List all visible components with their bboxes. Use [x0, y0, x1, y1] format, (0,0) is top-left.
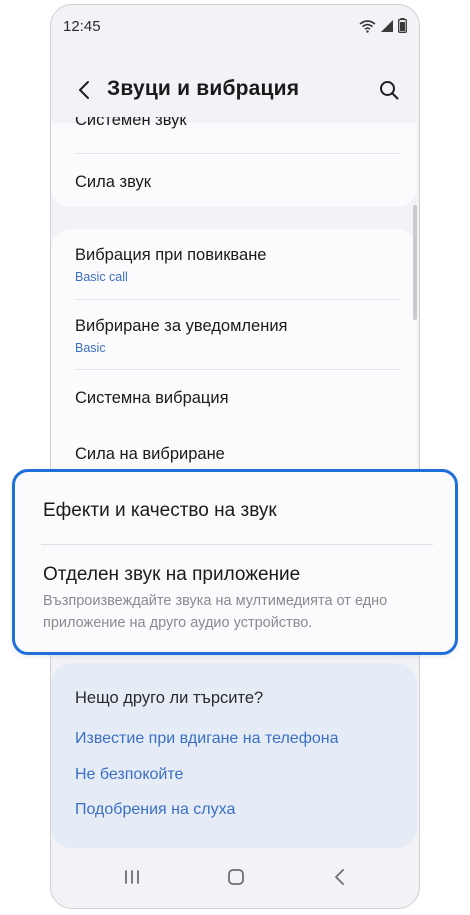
phone-frame: 12:45 Звуци и вибрация Системен звук Сил…: [50, 4, 420, 909]
separate-app-sound-description: Възпроизвеждайте звука на мултимедията о…: [43, 593, 388, 631]
page-title: Звуци и вибрация: [107, 77, 300, 100]
navigation-bar: [51, 846, 419, 908]
call-vibration-label: Вибрация при повикване: [75, 246, 267, 264]
status-bar: 12:45: [51, 5, 419, 49]
call-vibration-item[interactable]: Вибрация при повикване Basic call: [75, 246, 401, 284]
notification-vibration-label: Вибриране за уведомления: [75, 317, 288, 335]
system-vibration-label: Системна вибрация: [75, 389, 229, 407]
vibration-settings-card: Вибрация при повикване Basic call Вибрир…: [51, 229, 417, 499]
recent-apps-icon[interactable]: [119, 864, 145, 890]
highlighted-settings-card: Ефекти и качество на звук Отделен звук н…: [12, 469, 458, 655]
search-icon[interactable]: [377, 78, 401, 102]
divider: [41, 544, 433, 545]
divider: [75, 299, 401, 300]
wifi-icon: [359, 19, 376, 33]
divider: [75, 153, 401, 154]
battery-icon: [398, 18, 407, 33]
suggestion-link-do-not-disturb[interactable]: Не безпокойте: [75, 766, 183, 784]
sound-settings-card: Системен звук Сила звук: [51, 117, 417, 207]
signal-icon: [381, 19, 393, 32]
system-sound-item[interactable]: Системен звук: [75, 117, 401, 133]
suggestion-link-lift-to-alert[interactable]: Известие при вдигане на телефона: [75, 730, 339, 748]
volume-item[interactable]: Сила звук: [75, 173, 401, 192]
app-header: Звуци и вибрация: [51, 65, 419, 115]
separate-app-sound-item[interactable]: Отделен звук на приложение Възпроизвежда…: [43, 564, 433, 634]
divider: [75, 369, 401, 370]
call-vibration-value: Basic call: [75, 270, 128, 284]
status-icons: [359, 18, 407, 33]
suggestion-link-hearing-enhancements[interactable]: Подобрения на слуха: [75, 801, 235, 819]
notification-vibration-value: Basic: [75, 341, 106, 355]
vibration-intensity-label: Сила на вибриране: [75, 445, 225, 463]
status-time: 12:45: [63, 18, 101, 35]
system-sound-label: Системен звук: [75, 117, 187, 129]
separate-app-sound-label: Отделен звук на приложение: [43, 564, 301, 585]
home-icon[interactable]: [223, 864, 249, 890]
back-nav-icon[interactable]: [327, 864, 353, 890]
notification-vibration-item[interactable]: Вибриране за уведомления Basic: [75, 317, 401, 355]
vibration-intensity-item[interactable]: Сила на вибриране: [75, 445, 401, 464]
sound-quality-effects-label: Ефекти и качество на звук: [43, 500, 277, 521]
suggestions-card: Нещо друго ли търсите? Известие при вдиг…: [51, 663, 417, 848]
suggestions-title: Нещо друго ли търсите?: [75, 689, 264, 707]
volume-label: Сила звук: [75, 173, 151, 191]
scrollbar[interactable]: [413, 205, 417, 320]
system-vibration-item[interactable]: Системна вибрация: [75, 389, 401, 408]
back-arrow-icon[interactable]: [73, 78, 97, 102]
sound-quality-effects-item[interactable]: Ефекти и качество на звук: [43, 500, 439, 522]
